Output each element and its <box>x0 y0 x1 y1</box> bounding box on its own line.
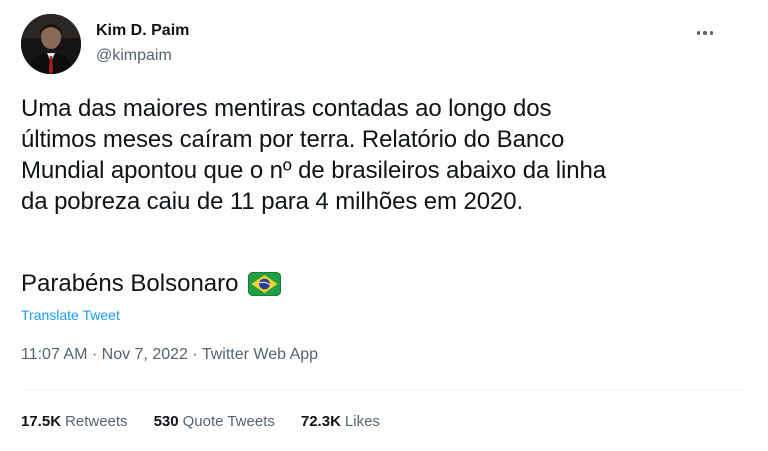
tweet-stats: 17.5K Retweets 530 Quote Tweets 72.3K Likes <box>21 413 380 430</box>
retweets-stat[interactable]: 17.5K Retweets <box>21 413 128 430</box>
tweet-sign-off: Parabéns Bolsonaro <box>21 270 239 297</box>
translate-tweet-link[interactable]: Translate Tweet <box>21 307 120 323</box>
retweets-count: 17.5K <box>21 413 62 430</box>
more-dot-icon <box>709 31 714 35</box>
likes-stat[interactable]: 72.3K Likes <box>301 413 380 430</box>
more-dot-icon <box>703 31 707 35</box>
retweets-label: Retweets <box>65 413 128 430</box>
author-handle[interactable]: @kimpaim <box>96 47 172 65</box>
avatar[interactable] <box>21 14 81 74</box>
brazil-flag-icon <box>248 271 282 296</box>
tweet-sign-off-line: Parabéns Bolsonaro <box>21 268 282 299</box>
divider <box>21 389 747 390</box>
quote-tweets-stat[interactable]: 530 Quote Tweets <box>154 413 275 430</box>
quote-tweets-label: Quote Tweets <box>182 413 275 430</box>
more-dot-icon <box>696 31 701 35</box>
avatar-image <box>21 14 81 74</box>
likes-label: Likes <box>344 413 380 430</box>
tweet-text: Uma das maiores mentiras contadas ao lon… <box>21 95 607 215</box>
likes-count: 72.3K <box>300 413 341 430</box>
tweet-card: Kim D. Paim @kimpaim Uma das maiores men… <box>0 0 768 451</box>
author-name[interactable]: Kim D. Paim <box>96 22 189 40</box>
tweet-timestamp[interactable]: 11:07 AM · Nov 7, 2022 · Twitter Web App <box>21 346 318 364</box>
quote-tweets-count: 530 <box>153 413 179 430</box>
more-options-button[interactable] <box>690 24 720 42</box>
